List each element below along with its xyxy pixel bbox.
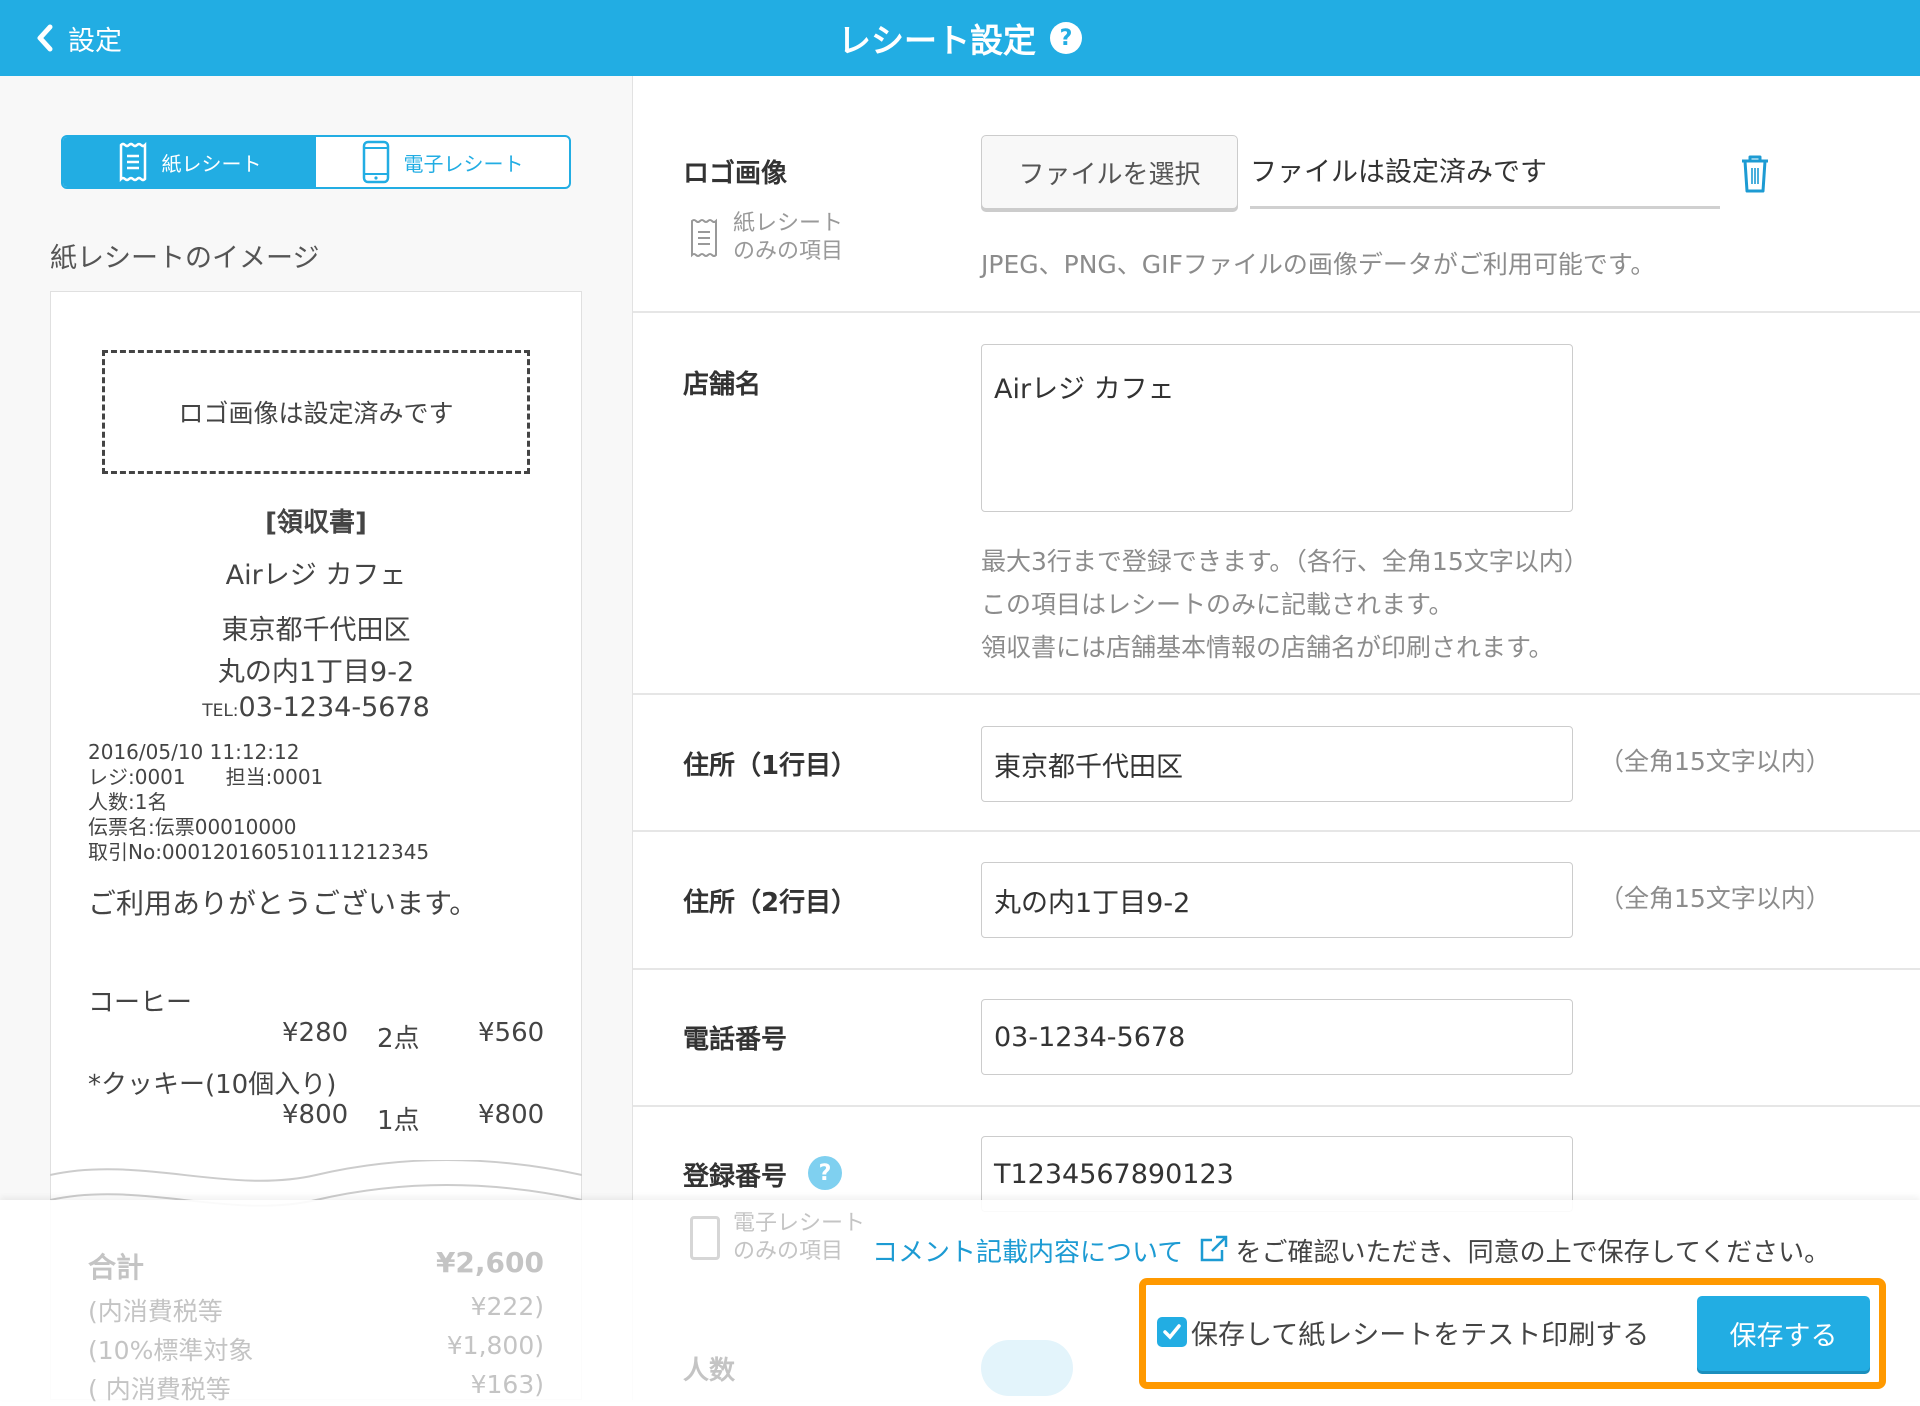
address1-input[interactable]: 東京都千代田区 <box>981 726 1573 802</box>
receipt-type-tabs: 紙レシート 電子レシート <box>61 135 571 189</box>
divider <box>633 693 1920 695</box>
divider <box>633 830 1920 832</box>
registration-label: 登録番号 <box>683 1162 788 1192</box>
item-unit-price: ¥800 <box>282 1100 349 1130</box>
people-toggle[interactable] <box>981 1340 1073 1396</box>
receipt-tel: TEL:03-1234-5678 <box>202 692 430 723</box>
paper-only-note: 紙レシート のみの項目 <box>733 211 844 264</box>
item-total: ¥800 <box>478 1100 545 1130</box>
receipt-tax-inner: ( 内消費税等 ¥163) <box>88 1370 544 1404</box>
store-name-textarea[interactable]: Airレジ カフェ <box>981 344 1573 512</box>
item-total: ¥560 <box>478 1018 545 1048</box>
receipt-thanks: ご利用ありがとうございます。 <box>88 887 478 920</box>
item-name: *クッキー(10個入り) <box>88 1070 337 1100</box>
test-print-checkbox[interactable] <box>1157 1317 1187 1347</box>
receipt-address2: 丸の内1丁目9-2 <box>217 657 415 688</box>
logo-hint: JPEG、PNG、GIFファイルの画像データがご利用可能です。 <box>981 250 1656 279</box>
store-label: 店舗名 <box>683 370 762 400</box>
check-icon <box>1163 1324 1181 1340</box>
logo-label: ロゴ画像 <box>683 159 788 189</box>
address2-limit: （全角15文字以内） <box>1599 884 1831 913</box>
choose-file-button[interactable]: ファイルを選択 <box>981 135 1238 209</box>
page-title: レシート設定? <box>0 0 1920 76</box>
receipt-address1: 東京都千代田区 <box>221 615 411 646</box>
phone-input[interactable]: 03-1234-5678 <box>981 999 1573 1075</box>
receipt-total: 合計 ¥2,600 <box>88 1246 544 1284</box>
address2-input[interactable]: 丸の内1丁目9-2 <box>981 862 1573 938</box>
divider <box>633 1105 1920 1107</box>
item-qty: 1点 <box>377 1106 420 1136</box>
phone-label: 電話番号 <box>683 1025 788 1055</box>
consent-text: コメント記載内容について をご確認いただき、同意の上で保存してください。 <box>872 1232 1830 1269</box>
item-qty: 2点 <box>377 1024 420 1054</box>
address1-label: 住所（1行目） <box>683 751 858 781</box>
back-button[interactable]: 設定 <box>36 14 122 62</box>
receipt-details: 2016/05/10 11:12:12 レジ:0001 担当:0001 人数:1… <box>88 740 430 864</box>
divider <box>633 968 1920 970</box>
receipt-store: Airレジ カフェ <box>225 560 407 591</box>
address2-label: 住所（2行目） <box>683 888 858 918</box>
address1-limit: （全角15文字以内） <box>1599 747 1831 776</box>
item-unit-price: ¥280 <box>282 1018 349 1048</box>
comment-guideline-link[interactable]: コメント記載内容について <box>872 1235 1236 1268</box>
divider <box>633 311 1920 313</box>
item-name: コーヒー <box>88 988 193 1018</box>
test-print-label[interactable]: 保存して紙レシートをテスト印刷する <box>1191 1313 1649 1352</box>
people-label: 人数 <box>683 1356 736 1386</box>
tab-e-receipt[interactable]: 電子レシート <box>316 137 569 187</box>
smartphone-icon <box>362 140 389 184</box>
file-status: ファイルは設定済みです <box>1250 150 1720 209</box>
external-link-icon <box>1200 1235 1227 1262</box>
help-icon[interactable]: ? <box>1050 22 1082 54</box>
smartphone-icon <box>690 1216 720 1260</box>
receipt-icon <box>119 142 146 182</box>
trash-icon[interactable] <box>1739 154 1771 194</box>
receipt-tax-base: (10%標準対象 ¥1,800) <box>88 1331 544 1365</box>
help-icon[interactable]: ? <box>808 1156 842 1190</box>
receipt-icon <box>691 218 717 258</box>
save-button[interactable]: 保存する <box>1697 1296 1870 1371</box>
chevron-left-icon <box>37 24 53 52</box>
store-notes: 最大3行まで登録できます。（各行、全角15文字以内） この項目はレシートのみに記載… <box>981 547 1589 662</box>
receipt-tax: (内消費税等 ¥222) <box>88 1292 544 1326</box>
e-only-note: 電子レシート のみの項目 <box>733 1211 866 1264</box>
logo-placeholder: ロゴ画像は設定済みです <box>102 350 530 474</box>
tab-paper-receipt[interactable]: 紙レシート <box>63 137 316 187</box>
preview-title: 紙レシートのイメージ <box>50 243 320 274</box>
receipt-heading: [領収書] <box>265 508 367 538</box>
